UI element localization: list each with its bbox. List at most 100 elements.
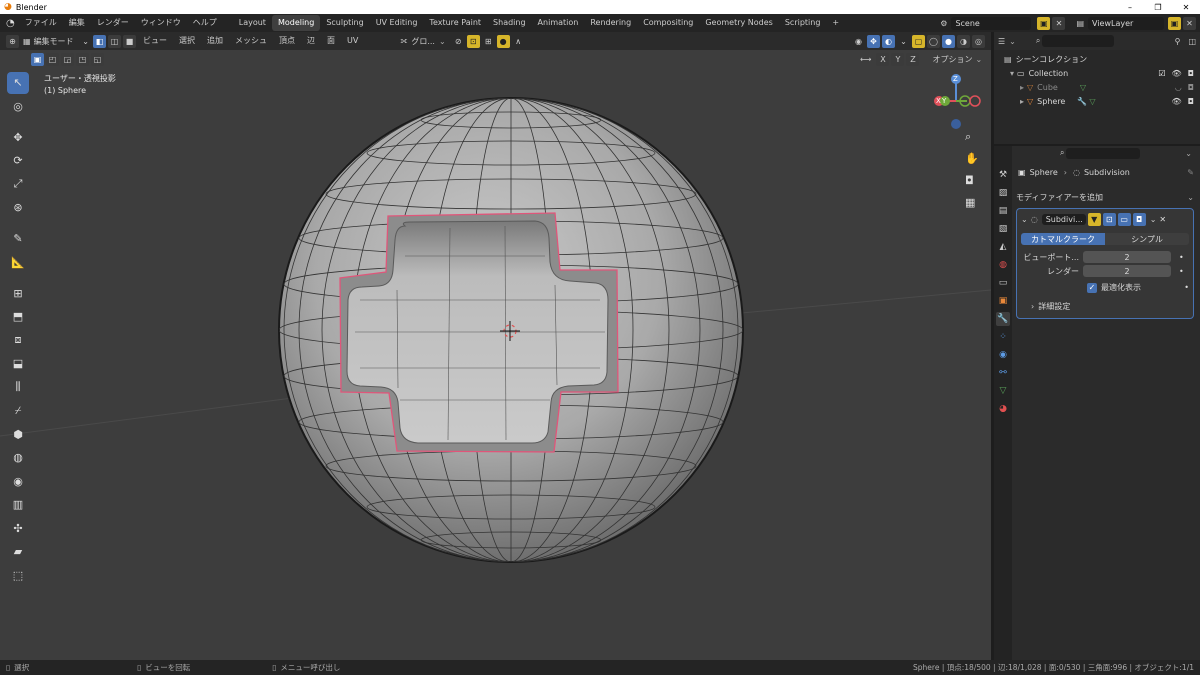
- modifier-tab-icon[interactable]: 🔧: [996, 312, 1010, 326]
- properties-search-input[interactable]: [1066, 147, 1141, 159]
- chevron-right-icon[interactable]: ▸: [1020, 83, 1024, 92]
- tab-uv-editing[interactable]: UV Editing: [370, 15, 424, 31]
- new-view-layer-button[interactable]: ▣: [1168, 16, 1181, 30]
- viewport-scene[interactable]: [0, 50, 991, 660]
- outliner-item-cube[interactable]: ▸ ▽ Cube ▽ ◡ ◘: [1004, 80, 1200, 94]
- rotate-tool-icon[interactable]: ⟳: [7, 150, 29, 172]
- shrink-fatten-tool-icon[interactable]: ✣: [7, 517, 29, 539]
- pivot-point-icon[interactable]: ⊘: [452, 35, 465, 48]
- filter-icon[interactable]: ⚲: [1175, 37, 1181, 46]
- select-new-icon[interactable]: ▣: [31, 53, 44, 66]
- outliner-item-collection[interactable]: ▾ ▭ Collection ☑ 👁 ◘: [1004, 66, 1200, 80]
- select-invert-icon[interactable]: ◳: [76, 53, 89, 66]
- add-cube-tool-icon[interactable]: ⊞: [7, 282, 29, 304]
- eye-icon[interactable]: 👁: [1172, 97, 1182, 106]
- mode-select[interactable]: ▦ 編集モード ⌄: [21, 35, 91, 48]
- mirror-z-button[interactable]: Z: [906, 53, 920, 66]
- overlay-toggle-icon[interactable]: ◐: [882, 34, 895, 48]
- transform-orientation-select[interactable]: グロ...: [411, 36, 435, 47]
- editor-type-icon[interactable]: ⊕: [6, 34, 19, 48]
- edge-slide-tool-icon[interactable]: ▥: [7, 494, 29, 516]
- loop-cut-tool-icon[interactable]: ⫼: [7, 376, 29, 398]
- scale-tool-icon[interactable]: ⤢: [7, 173, 29, 195]
- camera-icon[interactable]: ◘: [965, 174, 985, 196]
- optimal-display-checkbox[interactable]: ✓: [1087, 282, 1097, 293]
- header-menu-edge[interactable]: 辺: [301, 32, 321, 50]
- chevron-down-icon[interactable]: ⌄: [1021, 215, 1028, 224]
- on-cage-toggle-icon[interactable]: ⊡: [1102, 212, 1116, 226]
- spin-tool-icon[interactable]: ◍: [7, 447, 29, 469]
- gizmo-toggle-icon[interactable]: ✥: [867, 34, 880, 48]
- snap-target-icon[interactable]: ⊞: [482, 35, 495, 48]
- add-workspace-button[interactable]: +: [826, 15, 845, 31]
- header-menu-face[interactable]: 面: [321, 32, 341, 50]
- scene-name-field[interactable]: Scene: [951, 16, 1032, 30]
- edit-mode-toggle-icon[interactable]: ▼: [1087, 212, 1101, 226]
- bevel-tool-icon[interactable]: ⬓: [7, 353, 29, 375]
- add-modifier-button[interactable]: モディファイアーを追加 ⌄: [1016, 190, 1194, 204]
- falloff-icon[interactable]: ∧: [512, 35, 525, 48]
- data-tab-icon[interactable]: ▽: [996, 384, 1010, 398]
- camera-icon[interactable]: ◘: [1188, 69, 1194, 78]
- 3d-viewport[interactable]: ユーザー・透視投影 (1) Sphere Z X Y ⌕ ✋ ◘ ▦ ⟷ X Y…: [0, 50, 991, 660]
- tab-rendering[interactable]: Rendering: [584, 15, 637, 31]
- collection-tab-icon[interactable]: ▭: [996, 276, 1010, 290]
- view-layer-tab-icon[interactable]: ▧: [996, 222, 1010, 236]
- select-box-tool-icon[interactable]: ↖: [7, 71, 29, 94]
- viewport-toggle-icon[interactable]: ▭: [1117, 212, 1131, 226]
- transform-tool-icon[interactable]: ⊛: [7, 197, 29, 219]
- physics-tab-icon[interactable]: ◉: [996, 348, 1010, 362]
- eye-icon[interactable]: 👁: [1172, 69, 1182, 78]
- constraints-tab-icon[interactable]: ⚯: [996, 366, 1010, 380]
- close-icon[interactable]: ✕: [1159, 215, 1166, 224]
- tab-sculpting[interactable]: Sculpting: [320, 15, 369, 31]
- select-extend-icon[interactable]: ◰: [46, 53, 59, 66]
- chevron-down-icon[interactable]: ▾: [1010, 69, 1014, 78]
- rip-region-tool-icon[interactable]: ⬚: [7, 564, 29, 586]
- tool-tab-icon[interactable]: ⚒: [996, 168, 1010, 182]
- mirror-x-button[interactable]: X: [876, 53, 890, 66]
- advanced-subpanel[interactable]: › 詳細設定: [1021, 301, 1189, 312]
- menu-window[interactable]: ウィンドウ: [135, 14, 187, 32]
- vertex-select-mode-button[interactable]: ◧: [93, 34, 106, 48]
- select-subtract-icon[interactable]: ◲: [61, 53, 74, 66]
- menu-help[interactable]: ヘルプ: [187, 14, 223, 32]
- smooth-tool-icon[interactable]: ◉: [7, 470, 29, 492]
- shading-solid-icon[interactable]: ●: [942, 34, 955, 48]
- delete-scene-button[interactable]: ✕: [1052, 16, 1066, 30]
- grid-perspective-icon[interactable]: ▦: [965, 196, 985, 218]
- face-select-mode-button[interactable]: ■: [123, 34, 136, 48]
- render-toggle-icon[interactable]: ◘: [1132, 212, 1146, 226]
- catmull-clark-button[interactable]: カトマルクラーク: [1021, 233, 1105, 245]
- header-menu-mesh[interactable]: メッシュ: [229, 32, 273, 50]
- select-intersect-icon[interactable]: ◱: [91, 53, 104, 66]
- header-menu-uv[interactable]: UV: [341, 32, 364, 50]
- camera-icon[interactable]: ◘: [1188, 83, 1194, 92]
- header-menu-vertex[interactable]: 頂点: [273, 32, 301, 50]
- particles-tab-icon[interactable]: ⁘: [996, 330, 1010, 344]
- material-tab-icon[interactable]: ◕: [996, 402, 1010, 416]
- chevron-down-icon[interactable]: ⌄: [1150, 215, 1157, 224]
- xray-toggle-icon[interactable]: ▢: [912, 34, 925, 48]
- scene-tab-icon[interactable]: ◭: [996, 240, 1010, 254]
- menu-file[interactable]: ファイル: [19, 14, 63, 32]
- inset-tool-icon[interactable]: ⧈: [7, 329, 29, 351]
- mesh-overlay-icon[interactable]: ⌄: [897, 35, 910, 48]
- move-tool-icon[interactable]: ✥: [7, 126, 29, 148]
- annotate-tool-icon[interactable]: ✎: [7, 228, 29, 250]
- minimize-button[interactable]: –: [1116, 3, 1144, 12]
- header-menu-view[interactable]: ビュー: [137, 32, 173, 50]
- shading-wireframe-icon[interactable]: ◯: [927, 34, 940, 48]
- new-collection-icon[interactable]: ◫: [1188, 37, 1196, 46]
- outliner-scene-collection[interactable]: ▤ シーンコレクション: [1004, 52, 1200, 66]
- pin-icon[interactable]: ✎: [1187, 168, 1194, 177]
- mirror-y-button[interactable]: Y: [891, 53, 905, 66]
- zoom-icon[interactable]: ⌕: [965, 130, 985, 152]
- edge-select-mode-button[interactable]: ◫: [108, 34, 121, 48]
- header-menu-select[interactable]: 選択: [173, 32, 201, 50]
- chevron-right-icon[interactable]: ▸: [1020, 97, 1024, 106]
- poly-build-tool-icon[interactable]: ⬢: [7, 423, 29, 445]
- world-tab-icon[interactable]: ◍: [996, 258, 1010, 272]
- knife-tool-icon[interactable]: ⌿: [7, 400, 29, 422]
- camera-icon[interactable]: ◘: [1188, 97, 1194, 106]
